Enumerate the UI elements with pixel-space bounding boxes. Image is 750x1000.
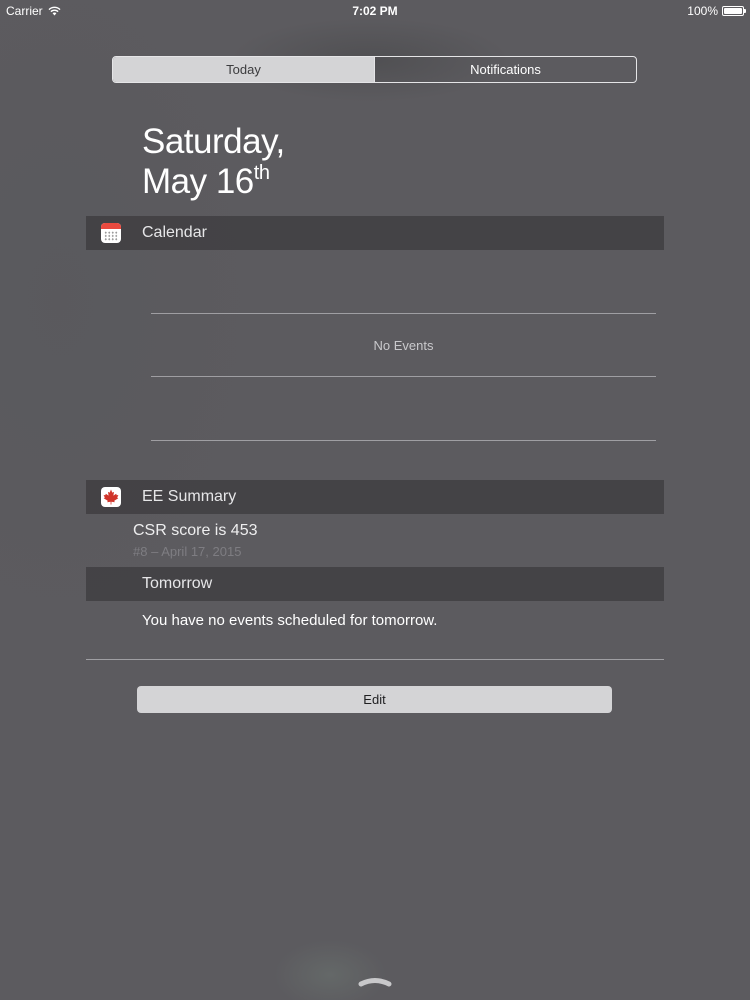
date-weekday: Saturday, [142,122,285,161]
ee-summary-widget-title: EE Summary [142,488,237,505]
edit-divider [86,659,664,660]
calendar-widget-header[interactable]: Calendar [86,216,664,250]
ee-summary-widget-header[interactable]: EE Summary [86,480,664,514]
today-notifications-segmented-control: Today Notifications [112,56,637,83]
battery-icon [722,6,746,16]
tomorrow-message: You have no events scheduled for tomorro… [142,612,438,629]
csr-score-text[interactable]: CSR score is 453 [133,522,258,540]
grabber-handle-icon[interactable] [358,976,392,988]
tomorrow-widget-title: Tomorrow [142,575,213,592]
tab-today[interactable]: Today [113,57,374,82]
date-heading: Saturday, May 16th [142,122,285,202]
calendar-widget-title: Calendar [142,224,207,241]
tab-notifications[interactable]: Notifications [374,57,636,82]
calendar-icon [101,223,121,243]
battery-percent: 100% [687,4,718,18]
status-time: 7:02 PM [352,4,398,18]
maple-leaf-icon [101,487,121,507]
tomorrow-widget-header[interactable]: Tomorrow [86,567,664,601]
edit-button[interactable]: Edit [137,686,612,713]
calendar-divider-bottom [151,440,656,441]
csr-score-subtitle: #8 – April 17, 2015 [133,544,242,559]
calendar-divider-middle [151,376,656,377]
date-suffix: th [253,162,270,184]
calendar-divider-top [151,313,656,314]
date-month-day: May 16 [142,162,254,201]
no-events-label: No Events [373,338,434,353]
status-bar: Carrier 7:02 PM 100% [0,0,750,22]
date-month-day-line: May 16th [142,162,285,202]
status-right: 100% [687,4,746,18]
